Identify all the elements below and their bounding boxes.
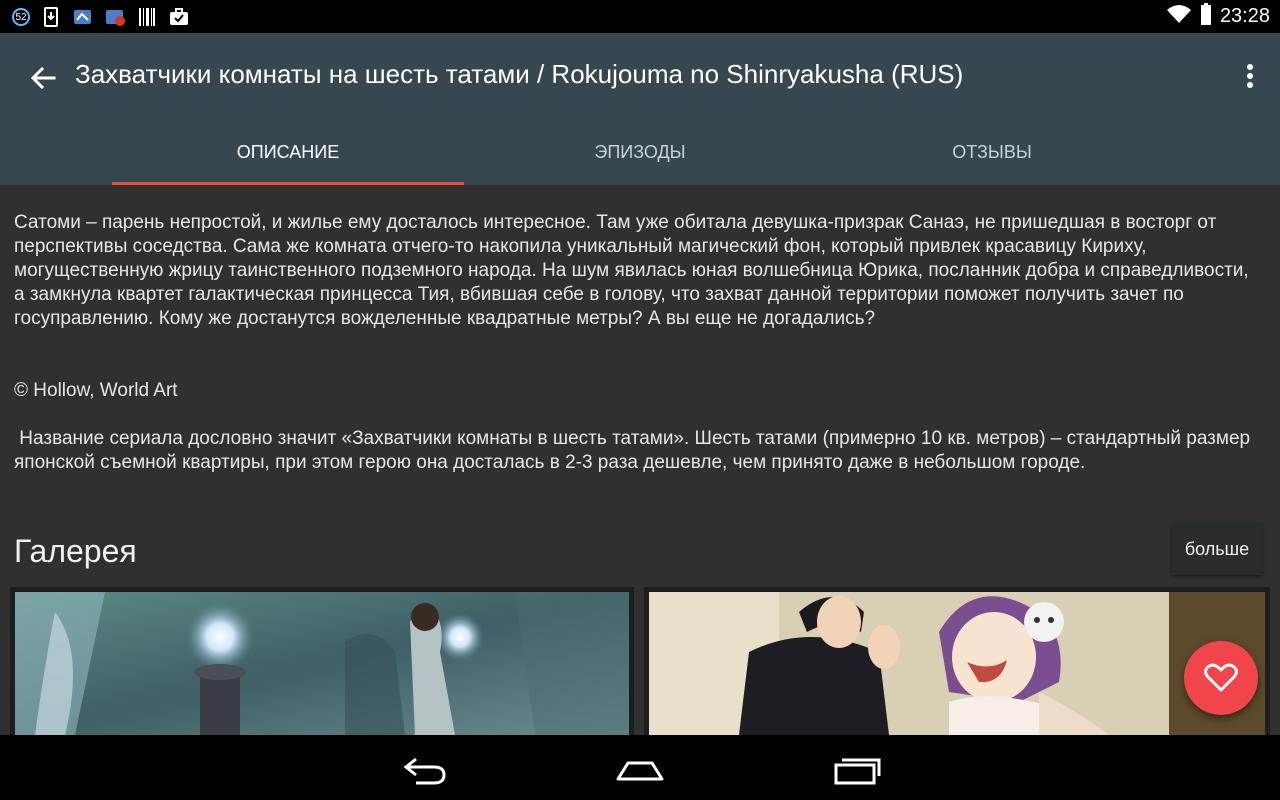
- wifi-icon: [1166, 4, 1192, 29]
- description-content[interactable]: Сатоми – парень непростой, и жилье ему д…: [0, 185, 1280, 735]
- gallery-title: Галерея: [14, 533, 137, 569]
- back-button[interactable]: [28, 63, 58, 93]
- gallery-image-scene: [15, 592, 629, 735]
- notification-icons: 52: [12, 6, 190, 28]
- briefcase-icon: [168, 7, 190, 27]
- nav-home-icon: [616, 761, 664, 781]
- app-icon-2: [104, 7, 126, 27]
- gallery-image-scene: [649, 592, 1265, 735]
- nav-recents-icon: [834, 758, 881, 785]
- nav-home-button[interactable]: [610, 749, 670, 789]
- tab-label: ОПИСАНИЕ: [236, 142, 340, 162]
- tab-label: ЭПИЗОДЫ: [594, 142, 686, 162]
- overflow-menu-button[interactable]: [1238, 61, 1262, 91]
- system-navigation-bar: [0, 735, 1280, 800]
- tab-description[interactable]: ОПИСАНИЕ: [112, 130, 464, 185]
- tab-bar: ОПИСАНИЕ ЭПИЗОДЫ ОТЗЫВЫ: [112, 130, 1168, 185]
- tab-reviews[interactable]: ОТЗЫВЫ: [816, 130, 1168, 185]
- description-note: Название сериала дословно значит «Захват…: [14, 428, 1256, 473]
- gallery-image[interactable]: [644, 587, 1270, 735]
- heart-outline-icon: [1204, 663, 1238, 692]
- description-paragraph: Сатоми – парень непростой, и жилье ему д…: [14, 212, 1249, 329]
- app-bar: Захватчики комнаты на шесть татами / Rok…: [0, 33, 1280, 185]
- copyright-text: © Hollow, World Art: [14, 380, 178, 401]
- gallery-more-button[interactable]: больше: [1172, 523, 1262, 575]
- system-indicators: 23:28: [1166, 2, 1270, 30]
- nav-back-button[interactable]: [394, 749, 454, 789]
- favorite-button[interactable]: [1184, 641, 1258, 715]
- barcode-icon: [136, 7, 158, 27]
- more-vert-icon: [1247, 64, 1253, 88]
- status-bar: 52 23:28: [0, 0, 1280, 33]
- clock: 23:28: [1219, 4, 1270, 27]
- arrow-back-icon: [30, 66, 56, 90]
- tab-label: ОТЗЫВЫ: [952, 142, 1032, 162]
- notification-count-badge: 52: [12, 8, 30, 26]
- page-title: Захватчики комнаты на шесть татами / Rok…: [75, 59, 964, 89]
- tab-episodes[interactable]: ЭПИЗОДЫ: [464, 130, 816, 185]
- download-icon: [40, 7, 62, 27]
- gallery-image[interactable]: [10, 587, 634, 735]
- nav-recents-button[interactable]: [826, 749, 886, 789]
- nav-back-icon: [403, 757, 446, 785]
- battery-icon: [1200, 2, 1212, 30]
- app-icon: [72, 7, 94, 27]
